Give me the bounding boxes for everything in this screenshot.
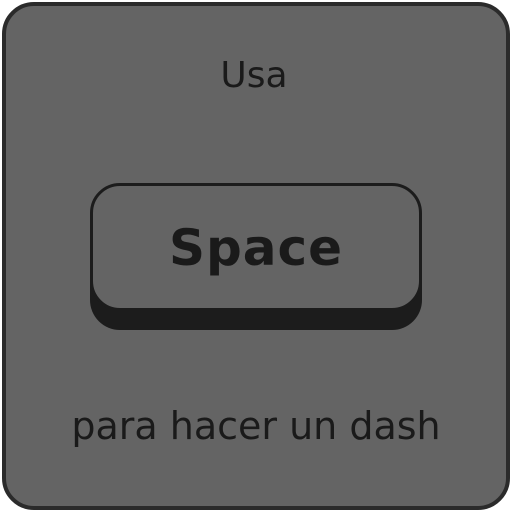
space-key-icon: Space bbox=[90, 183, 422, 311]
space-key-label: Space bbox=[168, 219, 344, 277]
prompt-bottom-text: para hacer un dash bbox=[71, 404, 441, 448]
prompt-top-text: Usa bbox=[220, 55, 288, 96]
